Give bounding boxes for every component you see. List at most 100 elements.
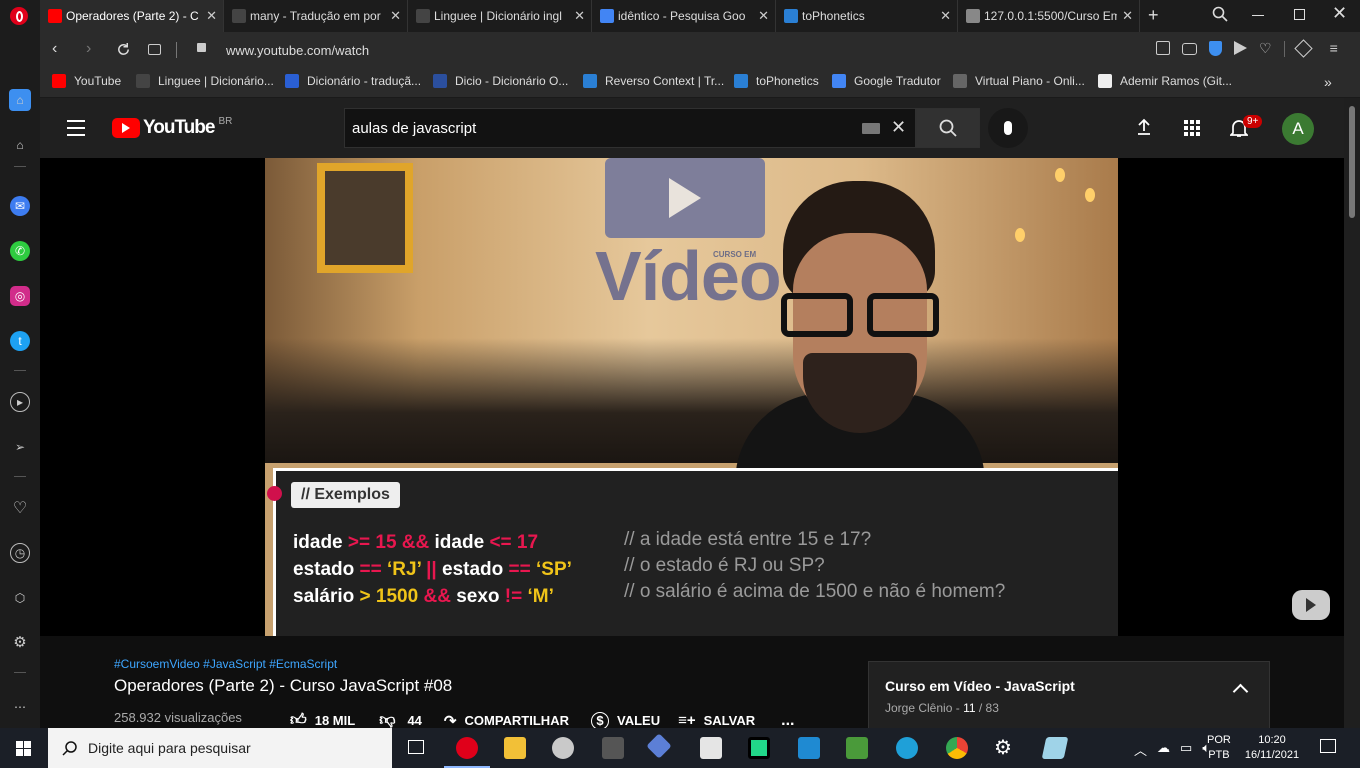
vpn-shield-icon[interactable] [1209, 41, 1222, 56]
thanks-button[interactable]: $ VALEU [590, 711, 660, 730]
apps-grid-icon[interactable] [1184, 120, 1200, 136]
close-window-button[interactable]: ✕ [1332, 3, 1347, 24]
notifications-center-icon[interactable] [1320, 739, 1336, 753]
reload-icon[interactable] [116, 42, 131, 57]
snipping-tool-icon[interactable] [602, 737, 624, 759]
browser-tab[interactable]: Linguee | Dicionário ingl ✕ [408, 0, 592, 32]
save-button[interactable]: ≡+ SALVAR [678, 712, 755, 729]
bookmark-item[interactable]: Dicio - Dicionário O... [433, 74, 568, 88]
more-actions-icon[interactable]: ... [781, 712, 794, 730]
heart-icon[interactable]: ♡ [1259, 41, 1272, 57]
extensions-cube-icon[interactable]: ⬡ [10, 588, 30, 608]
bookmark-item[interactable]: YouTube [52, 74, 121, 88]
settings-gear-icon[interactable]: ⚙ [10, 632, 30, 652]
new-tab-button[interactable]: + [1148, 5, 1159, 26]
network-icon[interactable]: ▭ [1180, 740, 1192, 759]
edge-icon[interactable] [896, 737, 918, 759]
search-input[interactable]: aulas de javascript [352, 120, 476, 137]
nodejs-icon[interactable] [846, 737, 868, 759]
instagram-icon[interactable]: ◎ [10, 286, 30, 306]
minimize-button[interactable] [1252, 15, 1264, 16]
windows-start-icon[interactable] [16, 741, 31, 756]
collapse-chevron-up-icon[interactable] [1232, 683, 1249, 700]
python-icon[interactable] [700, 737, 722, 759]
scrollbar-thumb[interactable] [1349, 106, 1355, 218]
bookmark-item[interactable]: Reverso Context | Tr... [583, 74, 724, 88]
search-button[interactable] [916, 108, 980, 148]
extensions-icon[interactable] [1293, 39, 1313, 58]
camera-icon[interactable] [1182, 43, 1197, 55]
heart-icon[interactable]: ♡ [10, 498, 30, 518]
browser-tab[interactable]: toPhonetics ✕ [776, 0, 958, 32]
notepad-icon[interactable] [1041, 737, 1069, 759]
keyboard-icon[interactable] [862, 123, 880, 134]
search-tabs-icon[interactable] [1212, 6, 1228, 22]
bookmark-item[interactable]: Dicionário - traduçã... [285, 74, 421, 88]
tab-close-icon[interactable]: ✕ [758, 8, 769, 24]
playlist-author[interactable]: Jorge Clênio [885, 701, 952, 715]
bookmark-house-icon[interactable]: ⌂ [10, 135, 30, 155]
avatar[interactable]: A [1282, 113, 1314, 145]
clock[interactable]: 10:20 16/11/2021 [1243, 733, 1301, 763]
video-frame: CURSO EM Vídeo // Exemplos idade >= 15 &… [265, 158, 1118, 636]
pycharm-icon[interactable] [748, 737, 770, 759]
clear-search-icon[interactable]: ✕ [891, 117, 906, 138]
browser-tab[interactable]: many - Tradução em por ✕ [224, 0, 408, 32]
tab-close-icon[interactable]: ✕ [574, 8, 585, 24]
language-indicator[interactable]: POR PTB [1207, 733, 1231, 763]
forward-button[interactable]: › [86, 40, 91, 58]
upload-icon[interactable] [1136, 118, 1152, 136]
bookmark-item[interactable]: Ademir Ramos (Git... [1098, 74, 1232, 88]
browser-tab[interactable]: idêntico - Pesquisa Goo ✕ [592, 0, 776, 32]
messenger-icon[interactable]: ✉ [10, 196, 30, 216]
more-icon[interactable]: ⋯ [10, 697, 30, 717]
history-icon[interactable]: ◷ [10, 543, 30, 563]
back-button[interactable]: ‹ [52, 40, 57, 58]
send-icon[interactable] [1234, 41, 1247, 55]
taskbar-search[interactable]: Digite aqui para pesquisar [48, 728, 392, 768]
miniplayer-icon[interactable] [1292, 590, 1330, 620]
youtube-logo[interactable]: YouTube BR [112, 116, 232, 139]
onedrive-cloud-icon[interactable]: ☁ [1157, 740, 1170, 759]
twitter-icon[interactable]: t [10, 331, 30, 351]
tab-close-icon[interactable]: ✕ [206, 8, 217, 24]
bookmark-item[interactable]: Google Tradutor [832, 74, 941, 88]
opera-logo-icon[interactable] [10, 7, 28, 25]
bookmark-item[interactable]: Virtual Piano - Onli... [953, 74, 1085, 88]
restore-button[interactable] [1294, 9, 1305, 20]
page-scrollbar[interactable] [1344, 98, 1360, 728]
tab-close-icon[interactable]: ✕ [940, 8, 951, 24]
search-box[interactable]: aulas de javascript ✕ [344, 108, 916, 148]
home-icon[interactable]: ⌂ [9, 89, 31, 111]
browser-tab[interactable]: Operadores (Parte 2) - C ✕ [40, 0, 224, 32]
browser-tab[interactable]: 127.0.0.1:5500/Curso Em ✕ [958, 0, 1140, 32]
code-token: != [504, 586, 528, 607]
tab-close-icon[interactable]: ✕ [390, 8, 401, 24]
bookmark-item[interactable]: toPhonetics [734, 74, 819, 88]
tab-close-icon[interactable]: ✕ [1122, 8, 1133, 24]
settings-gear-icon[interactable]: ⚙ [994, 735, 1016, 759]
player-icon[interactable]: ▸ [10, 392, 30, 412]
playlist-title[interactable]: Curso em Vídeo - JavaScript [885, 678, 1075, 694]
paint-icon[interactable] [552, 737, 574, 759]
edit-icon[interactable] [1156, 41, 1170, 55]
video-player[interactable]: CURSO EM Vídeo // Exemplos idade >= 15 &… [40, 158, 1344, 636]
file-explorer-icon[interactable] [504, 737, 526, 759]
task-view-icon[interactable] [408, 740, 424, 754]
url-field[interactable]: www.youtube.com/watch [226, 43, 369, 58]
voice-search-button[interactable] [988, 108, 1028, 148]
share-button[interactable]: ↷ COMPARTILHAR [444, 712, 569, 730]
opera-taskbar-icon[interactable] [456, 737, 478, 759]
hamburger-menu-icon[interactable] [67, 120, 85, 136]
whatsapp-icon[interactable]: ✆ [10, 241, 30, 261]
chevron-up-icon[interactable]: ︿ [1134, 740, 1147, 759]
bookmark-item[interactable]: Linguee | Dicionário... [136, 74, 274, 88]
chrome-icon[interactable] [946, 737, 968, 759]
easy-setup-icon[interactable]: ≡ [1330, 41, 1338, 57]
network-app-icon[interactable] [646, 733, 672, 759]
speed-dial-icon[interactable] [148, 44, 161, 55]
bookmarks-more-button[interactable]: » [1324, 74, 1332, 90]
flow-send-icon[interactable]: ➢ [10, 437, 30, 457]
video-hashtags[interactable]: #CursoemVideo #JavaScript #EcmaScript [114, 657, 337, 671]
vscode-icon[interactable] [798, 737, 820, 759]
